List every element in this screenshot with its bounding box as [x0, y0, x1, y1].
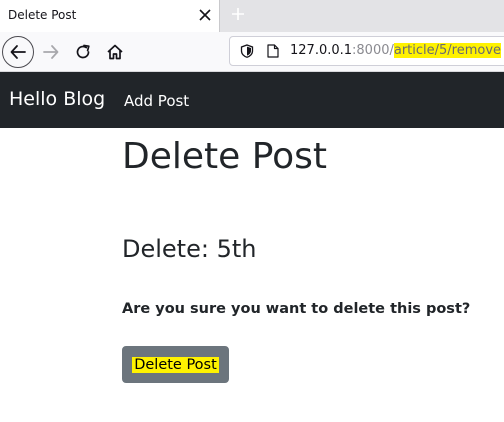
nav-link-add-post[interactable]: Add Post: [124, 92, 189, 110]
forward-arrow-icon[interactable]: [36, 37, 66, 67]
brand-link[interactable]: Hello Blog: [9, 88, 105, 110]
browser-tab[interactable]: Delete Post: [0, 0, 220, 32]
shield-icon[interactable]: [240, 44, 254, 58]
new-tab-icon[interactable]: [229, 5, 247, 23]
url-text[interactable]: 127.0.0.1:8000/article/5/remove: [290, 43, 502, 58]
browser-tab-bar: Delete Post: [0, 0, 504, 32]
url-host: 127.0.0.1: [290, 43, 353, 58]
close-icon[interactable]: [196, 6, 214, 24]
site-navbar: Hello Blog Add Post: [0, 72, 504, 128]
url-port: :8000/: [352, 43, 394, 58]
page-info-icon[interactable]: [266, 44, 280, 58]
address-bar[interactable]: 127.0.0.1:8000/article/5/remove: [229, 36, 504, 66]
delete-heading: Delete: 5th: [122, 235, 257, 263]
home-icon[interactable]: [100, 37, 130, 67]
delete-post-button[interactable]: Delete Post: [122, 346, 229, 383]
confirm-text: Are you sure you want to delete this pos…: [122, 301, 471, 317]
browser-toolbar: 127.0.0.1:8000/article/5/remove: [0, 32, 504, 72]
back-arrow-icon[interactable]: [2, 36, 34, 68]
delete-post-button-label: Delete Post: [132, 356, 219, 373]
page-title: Delete Post: [122, 136, 328, 177]
reload-icon[interactable]: [68, 37, 98, 67]
url-path: article/5/remove: [393, 43, 502, 58]
tab-title: Delete Post: [8, 8, 77, 22]
